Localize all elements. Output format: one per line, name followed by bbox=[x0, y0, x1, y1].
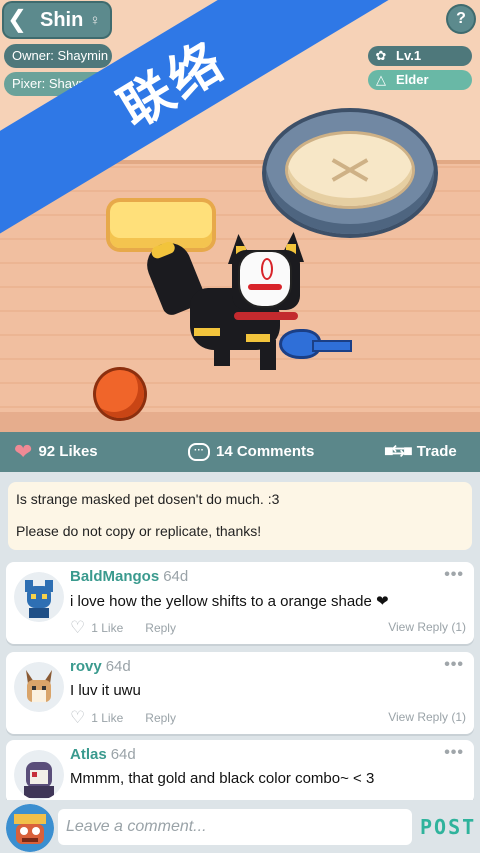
more-options-icon[interactable]: ••• bbox=[444, 744, 464, 762]
pet-bed bbox=[266, 112, 434, 234]
pet-gold-marking bbox=[194, 328, 220, 336]
trade-icon: ■⇆■ bbox=[384, 443, 413, 460]
comment-card: BaldMangos 64d ••• i love how the yellow … bbox=[6, 562, 474, 644]
username-text[interactable]: BaldMangos bbox=[70, 568, 159, 585]
toy-handle bbox=[314, 342, 350, 350]
orange-ball-toy bbox=[96, 370, 144, 418]
more-options-icon[interactable]: ••• bbox=[444, 656, 464, 674]
level-text: Lv.1 bbox=[396, 48, 422, 63]
description-line: Please do not copy or replicate, thanks! bbox=[16, 523, 262, 539]
pet-gold-marking bbox=[246, 334, 270, 342]
comment-username[interactable]: BaldMangos 64d bbox=[70, 568, 188, 585]
pet-room-scene: ❮ Shin ♀ Owner: Shaymin Pixer: Shaymin ?… bbox=[0, 0, 480, 432]
comment-text: I luv it uwu bbox=[70, 682, 141, 699]
comment-username[interactable]: rovy 64d bbox=[70, 658, 131, 675]
blue-toy bbox=[282, 330, 352, 360]
reply-button[interactable]: Reply bbox=[145, 711, 176, 725]
female-icon: ♀ bbox=[89, 11, 101, 29]
toy-head bbox=[282, 332, 318, 356]
avatar[interactable] bbox=[14, 662, 64, 712]
avatar[interactable] bbox=[14, 750, 64, 800]
help-button[interactable]: ? bbox=[448, 6, 474, 32]
comment-composer: POST bbox=[0, 800, 480, 853]
pet-collar bbox=[234, 312, 298, 320]
comment-actions: ♡ 1 Like Reply bbox=[70, 618, 176, 638]
description-line: Is strange masked pet dosen't do much. :… bbox=[16, 491, 280, 507]
reply-button[interactable]: Reply bbox=[145, 621, 176, 635]
heart-outline-icon[interactable]: ♡ bbox=[70, 708, 85, 728]
comment-card: Atlas 64d ••• Mmmm, that gold and black c… bbox=[6, 740, 474, 804]
pet-name: Shin bbox=[40, 8, 84, 31]
comment-text: Mmmm, that gold and black color combo~ <… bbox=[70, 770, 375, 787]
heart-icon: ❤ bbox=[14, 439, 33, 464]
likes-count: 92 Likes bbox=[38, 443, 98, 460]
paw-icon: ✿ bbox=[375, 48, 387, 63]
comment-text: i love how the yellow shifts to a orange… bbox=[70, 593, 389, 610]
cake-icon: △ bbox=[376, 72, 386, 87]
view-reply-link[interactable]: View Reply (1) bbox=[388, 620, 466, 634]
trade-label: Trade bbox=[416, 443, 457, 460]
comment-bubble-icon: ··· bbox=[188, 443, 210, 461]
trade-button[interactable]: ■⇆■ Trade bbox=[384, 432, 457, 472]
comment-age: 64d bbox=[110, 746, 136, 763]
pet-leg bbox=[260, 340, 276, 370]
rank-badge: △ Elder bbox=[368, 70, 472, 90]
pet-leg bbox=[214, 340, 230, 366]
pet-kitsune-mask bbox=[240, 252, 290, 306]
rank-text: Elder bbox=[396, 72, 429, 87]
username-text[interactable]: Atlas bbox=[70, 746, 107, 763]
comment-actions: ♡ 1 Like Reply bbox=[70, 708, 176, 728]
post-button[interactable]: POST bbox=[420, 815, 476, 839]
comments-count: 14 Comments bbox=[216, 443, 315, 460]
pet-description: Is strange masked pet dosen't do much. :… bbox=[8, 482, 472, 550]
heart-outline-icon[interactable]: ♡ bbox=[70, 618, 85, 638]
chevron-left-icon[interactable]: ❮ bbox=[4, 3, 30, 37]
pet-name-header: ❮ Shin ♀ bbox=[4, 3, 110, 37]
owner-label[interactable]: Owner: Shaymin bbox=[4, 44, 112, 68]
level-badge: ✿ Lv.1 bbox=[368, 46, 472, 66]
floor-shadow bbox=[0, 412, 480, 432]
stats-bar: ❤ 92 Likes ··· 14 Comments ■⇆■ Trade bbox=[0, 432, 480, 472]
comment-card: rovy 64d ••• I luv it uwu ♡ 1 Like Reply … bbox=[6, 652, 474, 734]
comments-button[interactable]: ··· 14 Comments bbox=[188, 432, 314, 472]
likes-button[interactable]: ❤ 92 Likes bbox=[14, 432, 98, 472]
comment-like-count[interactable]: 1 Like bbox=[91, 711, 123, 725]
bed-cushion bbox=[288, 134, 412, 206]
comment-input[interactable] bbox=[58, 809, 412, 845]
avatar[interactable] bbox=[14, 572, 64, 622]
view-reply-link[interactable]: View Reply (1) bbox=[388, 710, 466, 724]
username-text[interactable]: rovy bbox=[70, 658, 102, 675]
more-options-icon[interactable]: ••• bbox=[444, 566, 464, 584]
avatar[interactable] bbox=[6, 804, 54, 852]
comment-age: 64d bbox=[105, 658, 131, 675]
comment-username[interactable]: Atlas 64d bbox=[70, 746, 136, 763]
comment-like-count[interactable]: 1 Like bbox=[91, 621, 123, 635]
comment-age: 64d bbox=[163, 568, 189, 585]
